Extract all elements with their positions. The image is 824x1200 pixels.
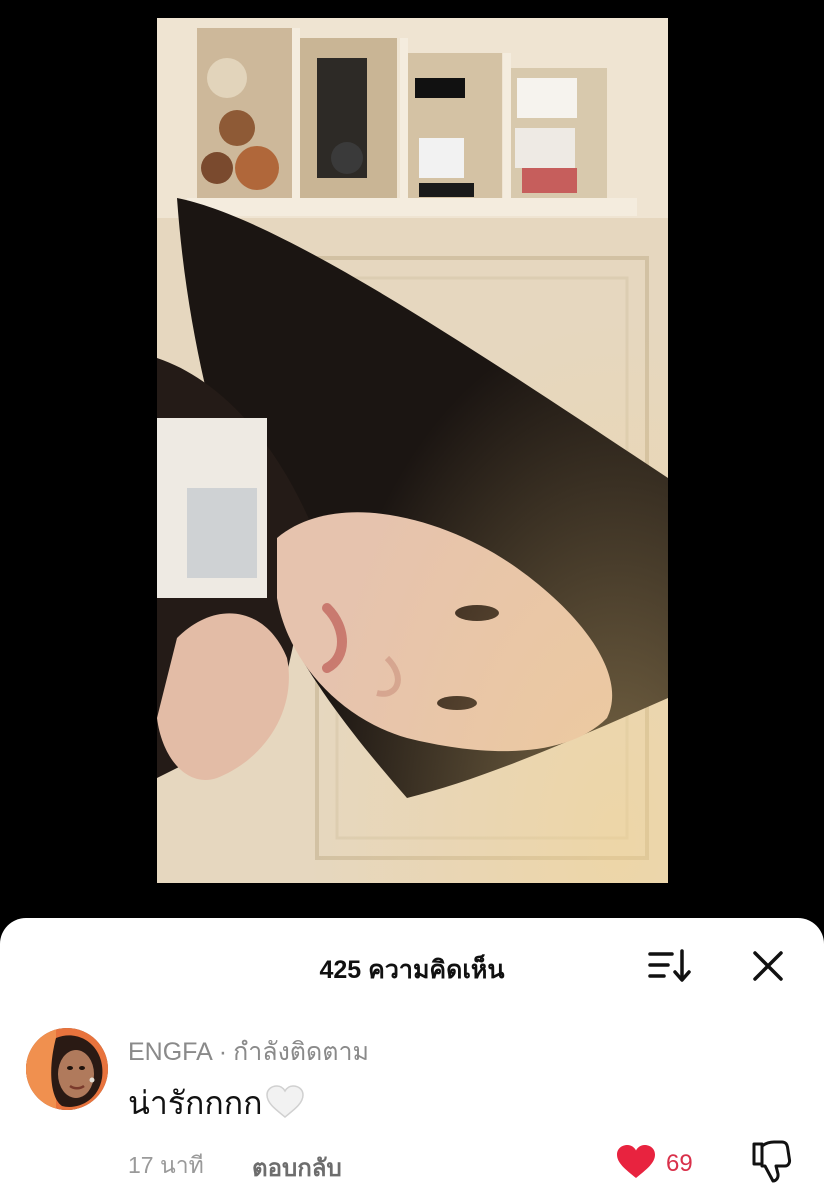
comments-header: 425 ความคิดเห็น: [0, 918, 824, 1010]
video-scene: [157, 18, 668, 883]
reply-button[interactable]: ตอบกลับ: [252, 1148, 342, 1187]
comment-meta: ENGFA · กำลังติดตาม: [128, 1032, 369, 1072]
like-button[interactable]: 69: [616, 1142, 706, 1182]
comment-body: น่ารักกกก: [128, 1085, 263, 1121]
comments-sheet: 425 ความคิดเห็น ENGFA · กำลังติดตาม น่าร…: [0, 918, 824, 1200]
sort-button[interactable]: [646, 946, 692, 986]
comment-username[interactable]: ENGFA: [128, 1038, 213, 1066]
follow-status: กำลังติดตาม: [233, 1038, 370, 1066]
heart-filled-icon: [617, 1145, 655, 1178]
meta-separator: ·: [218, 1038, 228, 1066]
avatar-photo: [26, 1028, 108, 1110]
video-frame[interactable]: [157, 18, 668, 883]
comment-item: ENGFA · กำลังติดตาม น่ารักกกก 17 นาที ตอบก…: [0, 1018, 824, 1198]
comment-text: น่ารักกกก: [128, 1078, 305, 1129]
sort-descending-icon: [648, 949, 691, 982]
dislike-button[interactable]: [750, 1138, 792, 1184]
comments-count-title: 425 ความคิดเห็น: [319, 956, 505, 984]
comment-time: 17 นาที: [128, 1152, 204, 1178]
close-icon: [753, 951, 783, 981]
screen: 425 ความคิดเห็น ENGFA · กำลังติดตาม น่าร…: [0, 0, 824, 1200]
white-heart-emoji: [265, 1085, 304, 1118]
avatar[interactable]: [26, 1028, 108, 1110]
like-count: 69: [666, 1150, 693, 1177]
close-button[interactable]: [748, 946, 788, 986]
thumbs-down-icon: [752, 1140, 792, 1183]
